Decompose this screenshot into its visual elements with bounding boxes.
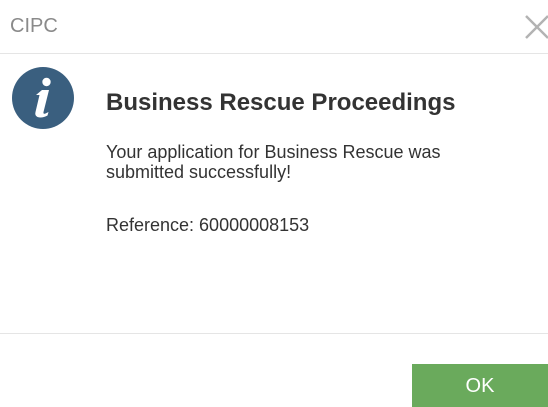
info-icon <box>12 67 74 129</box>
ok-button[interactable]: OK <box>412 364 548 407</box>
dialog-body: Business Rescue Proceedings Your applica… <box>0 55 548 333</box>
dialog-header: CIPC <box>0 0 548 54</box>
close-icon <box>525 15 548 39</box>
message-dialog: CIPC Business Rescue Proceedings Your ap… <box>0 0 548 407</box>
close-button[interactable] <box>522 10 548 42</box>
dialog-title: CIPC <box>10 15 58 37</box>
reference-number: Reference: 60000008153 <box>106 215 310 235</box>
dialog-message: Your application for Business Rescue was… <box>106 142 441 182</box>
dialog-heading: Business Rescue Proceedings <box>106 89 456 116</box>
dialog-footer: OK <box>0 333 548 407</box>
